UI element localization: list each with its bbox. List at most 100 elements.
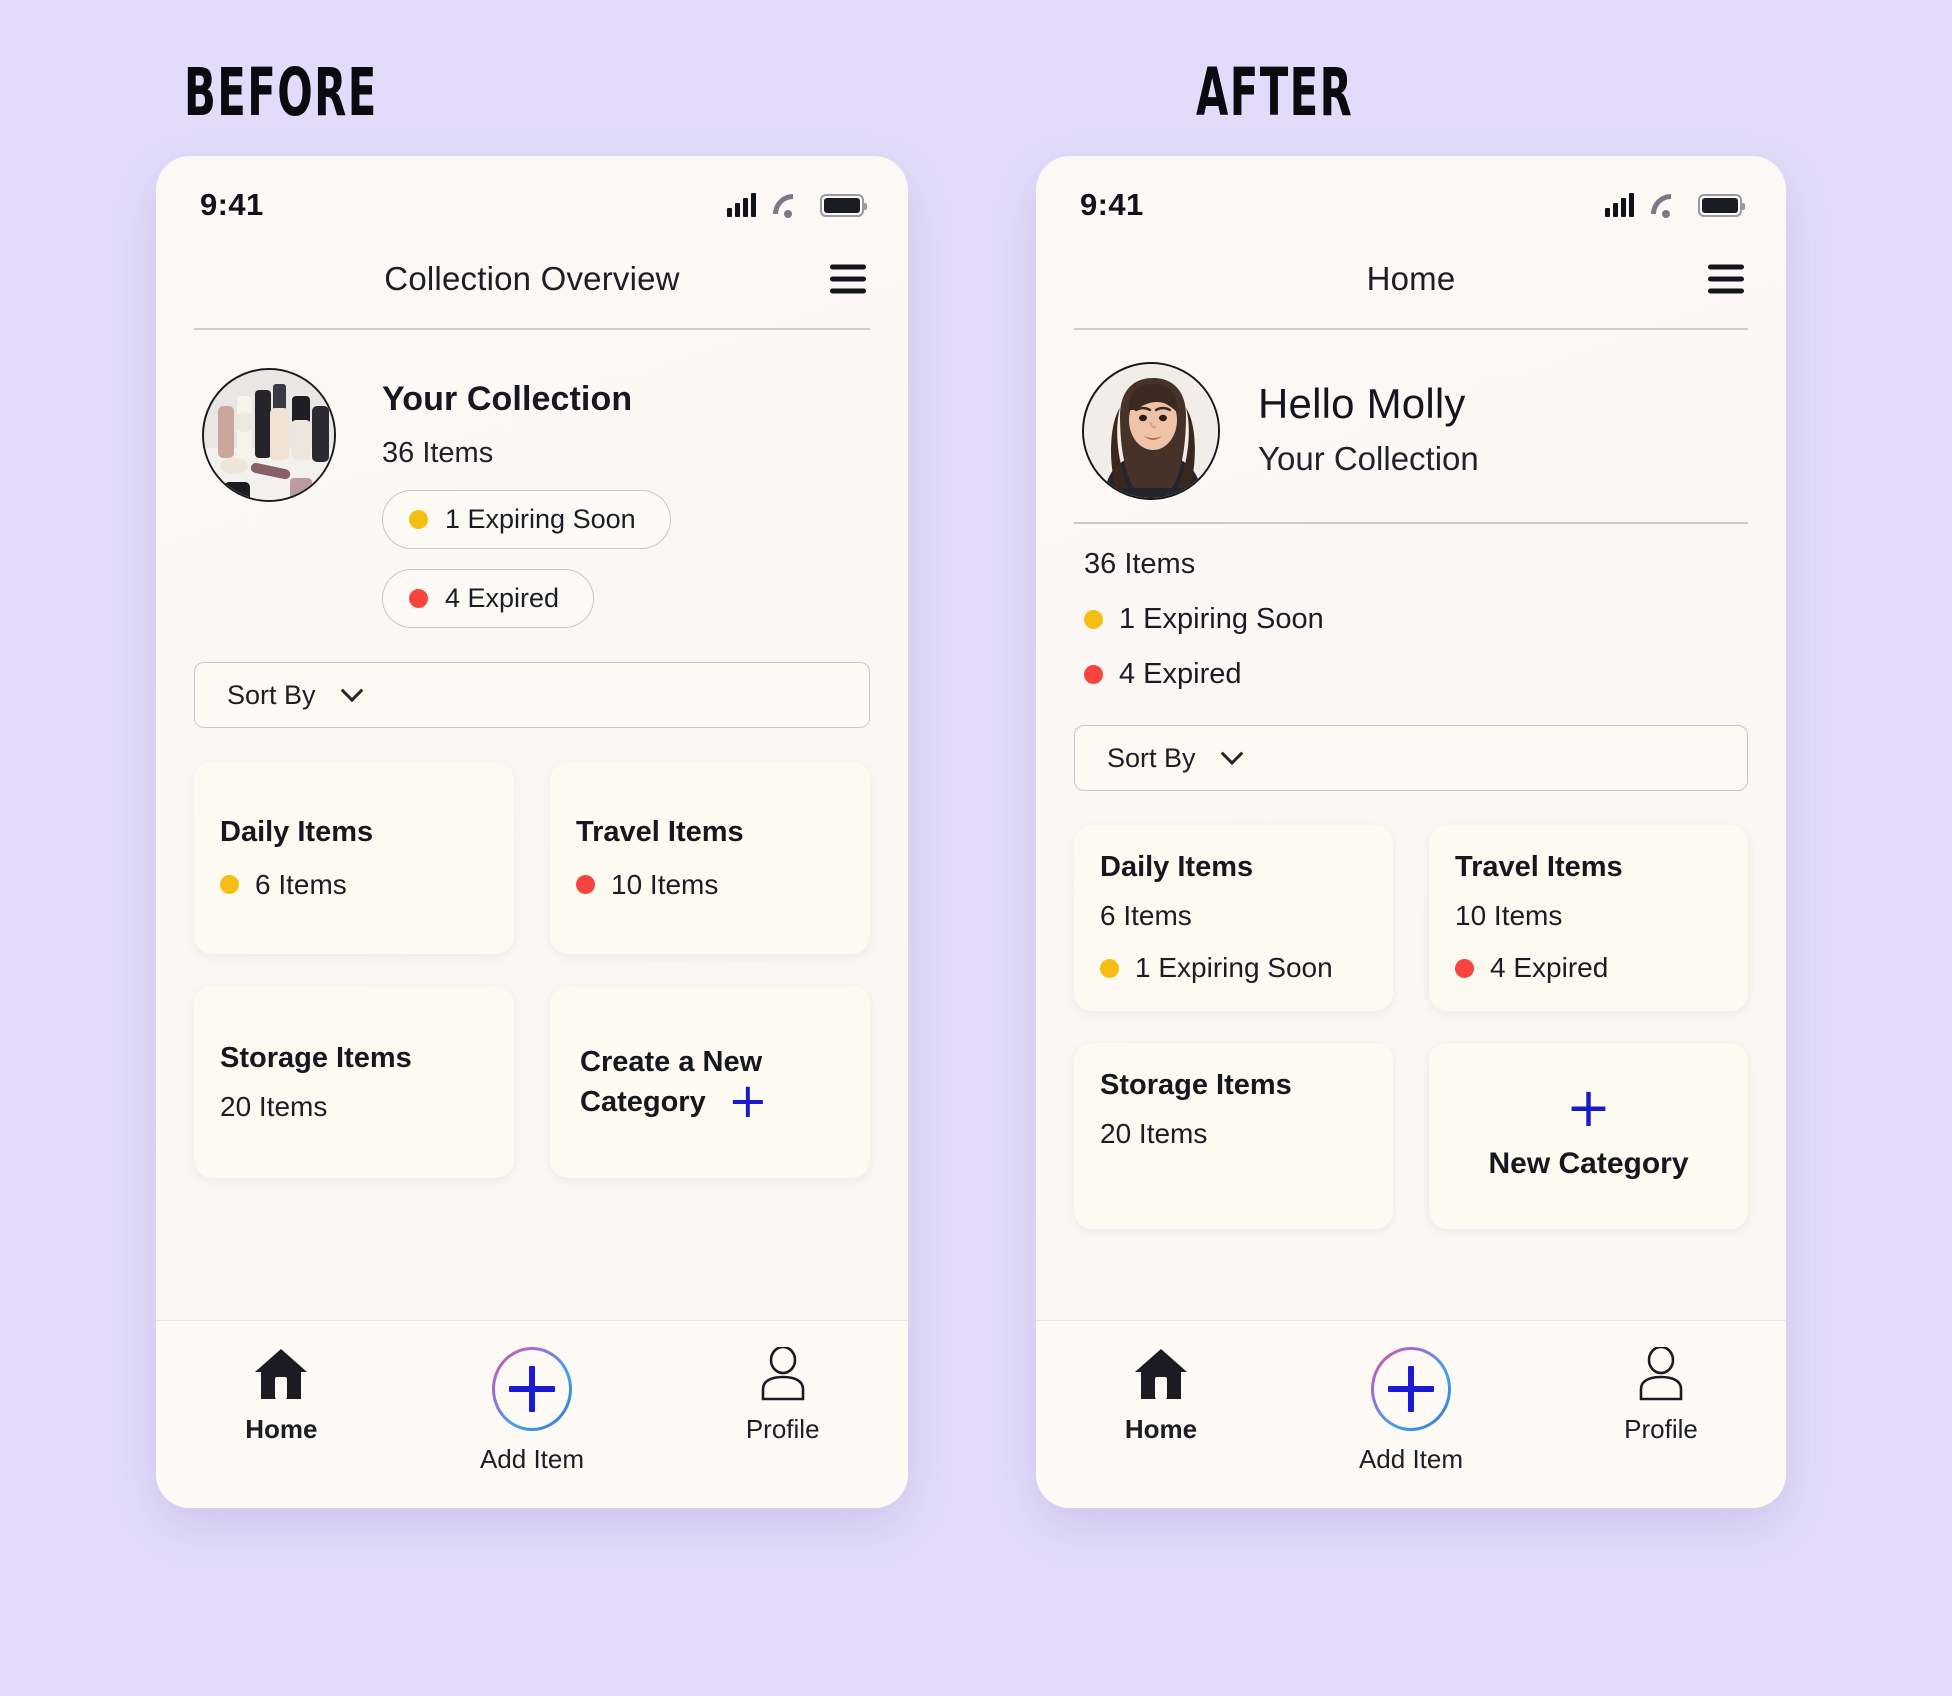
status-line-expiring: 1 Expiring Soon: [1084, 603, 1746, 636]
status-bar: 9:41: [1070, 156, 1752, 240]
collection-meta: Your Collection 36 Items 1 Expiring Soon…: [382, 368, 868, 628]
sort-by-dropdown[interactable]: Sort By: [194, 662, 870, 728]
collection-stats: 36 Items 1 Expiring Soon 4 Expired: [1070, 524, 1752, 691]
create-category-row: Category +: [580, 1077, 844, 1124]
category-count: 6 Items: [1100, 900, 1192, 931]
before-panel: BEFORE 9:41 Collection Overview Your Col…: [156, 53, 916, 1696]
danger-dot-icon: [1455, 958, 1474, 978]
category-card-travel[interactable]: Travel Items 10 Items 4 Expired: [1429, 825, 1748, 1011]
tab-label-add-item: Add Item: [479, 1444, 585, 1474]
after-phone-mockup: 9:41 Home Hello Molly Your Collection 36…: [1036, 156, 1786, 1508]
danger-dot-icon: [576, 875, 595, 894]
hamburger-menu-icon[interactable]: [830, 264, 866, 294]
create-category-line2: Category: [580, 1086, 706, 1118]
category-card-storage[interactable]: Storage Items 20 Items: [1074, 1043, 1393, 1229]
category-count: 10 Items: [611, 868, 719, 900]
wifi-icon: [1651, 194, 1681, 218]
category-card-daily[interactable]: Daily Items 6 Items 1 Expiring Soon: [1074, 825, 1393, 1011]
category-count: 20 Items: [220, 1090, 328, 1122]
category-card-travel[interactable]: Travel Items 10 Items: [550, 762, 870, 954]
collection-count: 36 Items: [1084, 548, 1196, 580]
app-bar: Home: [1070, 240, 1752, 318]
makeup-collection-photo: [202, 368, 336, 502]
category-status-row: 1 Expiring Soon: [1100, 952, 1367, 984]
tab-profile[interactable]: Profile: [1536, 1345, 1786, 1445]
create-new-category-card[interactable]: + New Category: [1429, 1043, 1748, 1229]
tab-label-profile: Profile: [745, 1414, 820, 1444]
after-screen: 9:41 Home Hello Molly Your Collection 36…: [1036, 156, 1786, 1320]
category-count: 6 Items: [255, 868, 347, 900]
home-icon: [1133, 1347, 1189, 1401]
status-badge-label: 1 Expiring Soon: [445, 504, 636, 534]
home-icon: [253, 1347, 309, 1401]
category-count-row: 6 Items: [220, 869, 488, 901]
create-new-category-card[interactable]: Create a New Category +: [550, 986, 870, 1178]
category-card-storage[interactable]: Storage Items 20 Items: [194, 986, 514, 1178]
category-title: Storage Items: [1100, 1069, 1292, 1101]
category-status-row: 4 Expired: [1455, 952, 1722, 984]
tab-profile[interactable]: Profile: [657, 1345, 908, 1445]
category-card-daily[interactable]: Daily Items 6 Items: [194, 762, 514, 954]
category-title: Daily Items: [220, 815, 374, 848]
danger-dot-icon: [1084, 665, 1103, 684]
category-title: Travel Items: [576, 815, 744, 848]
chevron-down-icon: [1220, 742, 1243, 766]
warning-dot-icon: [220, 875, 239, 894]
collection-count: 36 Items: [382, 437, 494, 469]
page-title: Collection Overview: [384, 260, 680, 297]
tab-label-home: Home: [245, 1414, 318, 1444]
warning-dot-icon: [409, 510, 428, 529]
collection-summary: Your Collection 36 Items 1 Expiring Soon…: [190, 330, 874, 628]
category-count: 10 Items: [1455, 900, 1563, 931]
plus-icon[interactable]: +: [728, 1077, 768, 1124]
comparison-stage: BEFORE 9:41 Collection Overview Your Col…: [0, 0, 1952, 1696]
status-badge-label: 4 Expired: [445, 583, 560, 613]
person-icon: [1635, 1345, 1687, 1401]
category-count: 20 Items: [1100, 1118, 1208, 1149]
bottom-tab-bar: Home Add Item Profile: [1036, 1320, 1786, 1508]
user-avatar-photo[interactable]: [1082, 362, 1220, 500]
before-screen: 9:41 Collection Overview Your Collection…: [156, 156, 908, 1320]
tab-label-profile: Profile: [1624, 1414, 1698, 1444]
status-bar: 9:41: [190, 156, 874, 240]
category-title: Daily Items: [1100, 851, 1254, 883]
category-grid: Daily Items 6 Items 1 Expiring Soon Trav…: [1074, 825, 1748, 1229]
cellular-signal-icon: [1605, 193, 1634, 217]
plus-icon[interactable]: +: [1566, 1081, 1611, 1135]
status-time: 9:41: [200, 187, 264, 222]
hamburger-menu-icon[interactable]: [1708, 264, 1744, 294]
tab-add-item[interactable]: Add Item: [407, 1347, 658, 1475]
status-icons: [1605, 193, 1745, 218]
status-badge-expiring[interactable]: 1 Expiring Soon: [382, 490, 671, 549]
status-icons: [727, 193, 867, 218]
app-bar: Collection Overview: [190, 240, 874, 318]
status-line-label: 1 Expiring Soon: [1119, 603, 1324, 635]
sort-by-dropdown[interactable]: Sort By: [1074, 725, 1748, 791]
tab-add-item[interactable]: Add Item: [1286, 1347, 1536, 1475]
wifi-icon: [773, 194, 803, 218]
category-title: Travel Items: [1455, 851, 1623, 883]
cellular-signal-icon: [727, 193, 756, 217]
tab-label-home: Home: [1124, 1414, 1198, 1444]
before-label: BEFORE: [184, 53, 378, 131]
greeting-hello: Hello Molly: [1258, 380, 1466, 427]
battery-full-icon: [1698, 193, 1745, 217]
create-category-line1: Create a New: [580, 1045, 763, 1078]
after-label: AFTER: [1196, 53, 1354, 131]
collection-title: Your Collection: [382, 380, 633, 418]
chevron-down-icon: [340, 679, 363, 703]
category-title: Storage Items: [220, 1041, 412, 1074]
status-badge-expired[interactable]: 4 Expired: [382, 569, 595, 628]
status-line-expired: 4 Expired: [1084, 658, 1746, 691]
tab-home[interactable]: Home: [156, 1347, 407, 1445]
sort-by-label: Sort By: [227, 679, 316, 710]
tab-home[interactable]: Home: [1036, 1347, 1286, 1445]
add-circle-plus-icon[interactable]: [492, 1347, 572, 1431]
add-circle-plus-icon[interactable]: [1371, 1347, 1451, 1431]
tab-label-add-item: Add Item: [1358, 1444, 1464, 1474]
sort-by-label: Sort By: [1107, 742, 1196, 773]
before-phone-mockup: 9:41 Collection Overview Your Collection…: [156, 156, 908, 1508]
greeting-block: Hello Molly Your Collection: [1070, 330, 1752, 500]
